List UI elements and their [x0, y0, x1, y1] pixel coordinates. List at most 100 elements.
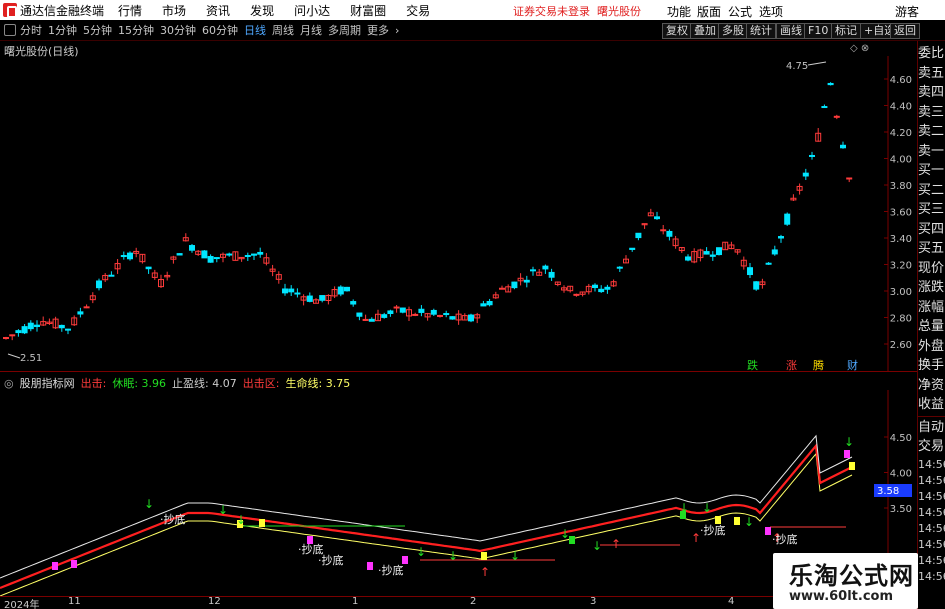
app-title: 通达信金融终端 — [20, 3, 105, 18]
xaxis-label-mar: 3 — [590, 596, 597, 607]
candle-body — [778, 236, 784, 239]
menu-options[interactable]: 选项 — [759, 3, 783, 20]
menu-function[interactable]: 功能 — [667, 3, 691, 20]
button-mark[interactable]: 标记 — [831, 23, 861, 39]
panel-change-pct: 涨幅 — [918, 299, 945, 315]
candle-body — [530, 269, 536, 272]
signal-block — [259, 519, 265, 527]
candle-body — [703, 251, 710, 255]
low-price-pointer — [7, 353, 21, 359]
candle-body — [288, 288, 295, 293]
candle-body — [480, 303, 487, 307]
candle-body — [9, 334, 16, 337]
period-more[interactable]: 更多 — [367, 22, 389, 38]
signal-marker: 腾 — [813, 358, 824, 371]
button-overlay[interactable]: 叠加 — [690, 23, 720, 39]
menu-news[interactable]: 资讯 — [206, 2, 230, 19]
xaxis-label-nov: 11 — [68, 596, 81, 607]
button-draw-line[interactable]: 画线 — [776, 23, 806, 39]
candle-body — [244, 255, 251, 258]
period-monthly[interactable]: 月线 — [300, 22, 322, 38]
login-notice[interactable]: 证券交易未登录 曙光股份 — [513, 3, 641, 19]
candle-body — [654, 216, 660, 220]
candle-body — [257, 251, 264, 255]
period-5min[interactable]: 5分钟 — [83, 22, 112, 38]
xaxis-label-year: 2024年 — [4, 600, 40, 609]
menu-ask[interactable]: 问小达 — [294, 2, 330, 19]
menu-discover[interactable]: 发现 — [250, 2, 274, 19]
signal-block — [844, 450, 850, 458]
period-1min[interactable]: 1分钟 — [48, 22, 77, 38]
watermark: 乐淘公式网 www.60lt.com — [773, 553, 918, 609]
bottom-fishing-label: ·抄底 — [378, 563, 404, 577]
menu-wealth[interactable]: 财富圈 — [350, 2, 386, 19]
button-back[interactable]: 返回 — [890, 23, 920, 39]
menu-quotes[interactable]: 行情 — [118, 2, 142, 19]
candle-body — [511, 281, 518, 289]
down-arrow-icon: ↓ — [416, 545, 426, 559]
quote-side-panel: 委比 卖五 卖四 卖三 卖二 卖一 买一 买二 买三 买四 买五 现价 涨跌 涨… — [917, 41, 945, 609]
menu-layout[interactable]: 版面 — [697, 3, 721, 20]
period-30min[interactable]: 30分钟 — [160, 22, 196, 38]
guest-label[interactable]: 游客 — [895, 3, 919, 20]
menu-market[interactable]: 市场 — [162, 2, 186, 19]
candle-body — [753, 281, 760, 290]
price-tick-label: 4.20 — [890, 128, 912, 139]
button-f10[interactable]: F10 — [804, 23, 833, 39]
candle-body — [412, 313, 419, 316]
chart-settings-icon[interactable]: ◇ ⊗ — [850, 43, 869, 54]
tick-time: 14:56 — [918, 569, 945, 583]
stock-name: 曙光股份 — [597, 5, 641, 18]
button-restore-rights[interactable]: 复权 — [662, 23, 692, 39]
candle-body — [251, 253, 257, 256]
watermark-title: 乐淘公式网 — [789, 562, 914, 590]
period-15min[interactable]: 15分钟 — [118, 22, 154, 38]
panel-trade[interactable]: 交易 — [918, 437, 945, 457]
candle-body — [120, 255, 127, 258]
candle-body — [747, 267, 753, 276]
panel-sell4: 卖四 — [918, 85, 945, 100]
down-arrow-icon: ↓ — [144, 497, 154, 511]
candle-body — [27, 322, 34, 330]
button-statistics[interactable]: 统计 — [746, 23, 776, 39]
down-arrow-icon: ↓ — [679, 501, 689, 515]
signal-marker: 财 — [847, 358, 858, 371]
period-multi[interactable]: 多周期 — [328, 22, 361, 38]
menu-formula[interactable]: 公式 — [728, 3, 752, 20]
candle-body — [821, 106, 828, 109]
xaxis-label-dec: 12 — [208, 596, 221, 607]
candle-body — [802, 172, 809, 177]
tick-time: 14:56 — [918, 489, 945, 503]
candle-body — [809, 154, 815, 157]
up-arrow-icon: ↑ — [480, 565, 490, 579]
candle-body — [189, 245, 195, 251]
period-daily[interactable]: 日线 — [244, 22, 266, 38]
candle-body — [430, 309, 437, 315]
chevron-right-icon[interactable]: › — [395, 24, 399, 37]
price-tick-label: 3.00 — [890, 287, 912, 298]
panel-toggle-icon[interactable] — [4, 24, 16, 36]
signal-block — [481, 552, 487, 560]
tick-time: 14:56 — [918, 553, 945, 567]
indicator-name: 股朋指标网 — [19, 377, 75, 390]
period-weekly[interactable]: 周线 — [272, 22, 294, 38]
candle-body — [3, 337, 9, 340]
indicator-title: ◎ 股朋指标网 出击: 休眠: 3.96 止盈线: 4.07 出击区: 生命线:… — [4, 375, 350, 391]
panel-sell1: 卖一 — [918, 143, 945, 159]
candle-body — [573, 293, 580, 296]
menu-trade[interactable]: 交易 — [406, 2, 430, 19]
period-intraday[interactable]: 分时 — [20, 22, 42, 38]
panel-sell5: 卖五 — [918, 65, 945, 81]
xaxis-label-apr: 4 — [728, 596, 735, 607]
button-multi-stock[interactable]: 多股 — [718, 23, 748, 39]
panel-outer-vol: 外盘 — [918, 338, 945, 354]
price-tick-label: 3.80 — [890, 181, 912, 192]
period-60min[interactable]: 60分钟 — [202, 22, 238, 38]
candle-body — [709, 254, 716, 257]
xaxis-label-feb: 2 — [470, 596, 477, 607]
price-tick-label: 4.40 — [890, 102, 912, 113]
panel-auto[interactable]: 自动 — [918, 418, 945, 438]
indicator-toggle-icon[interactable]: ◎ — [4, 377, 14, 390]
candlestick-chart[interactable]: 4.60 4.40 4.20 4.00 3.80 3.60 3.40 3.20 3.00 2.80… — [0, 56, 917, 371]
panel-buy3: 买三 — [918, 202, 945, 217]
